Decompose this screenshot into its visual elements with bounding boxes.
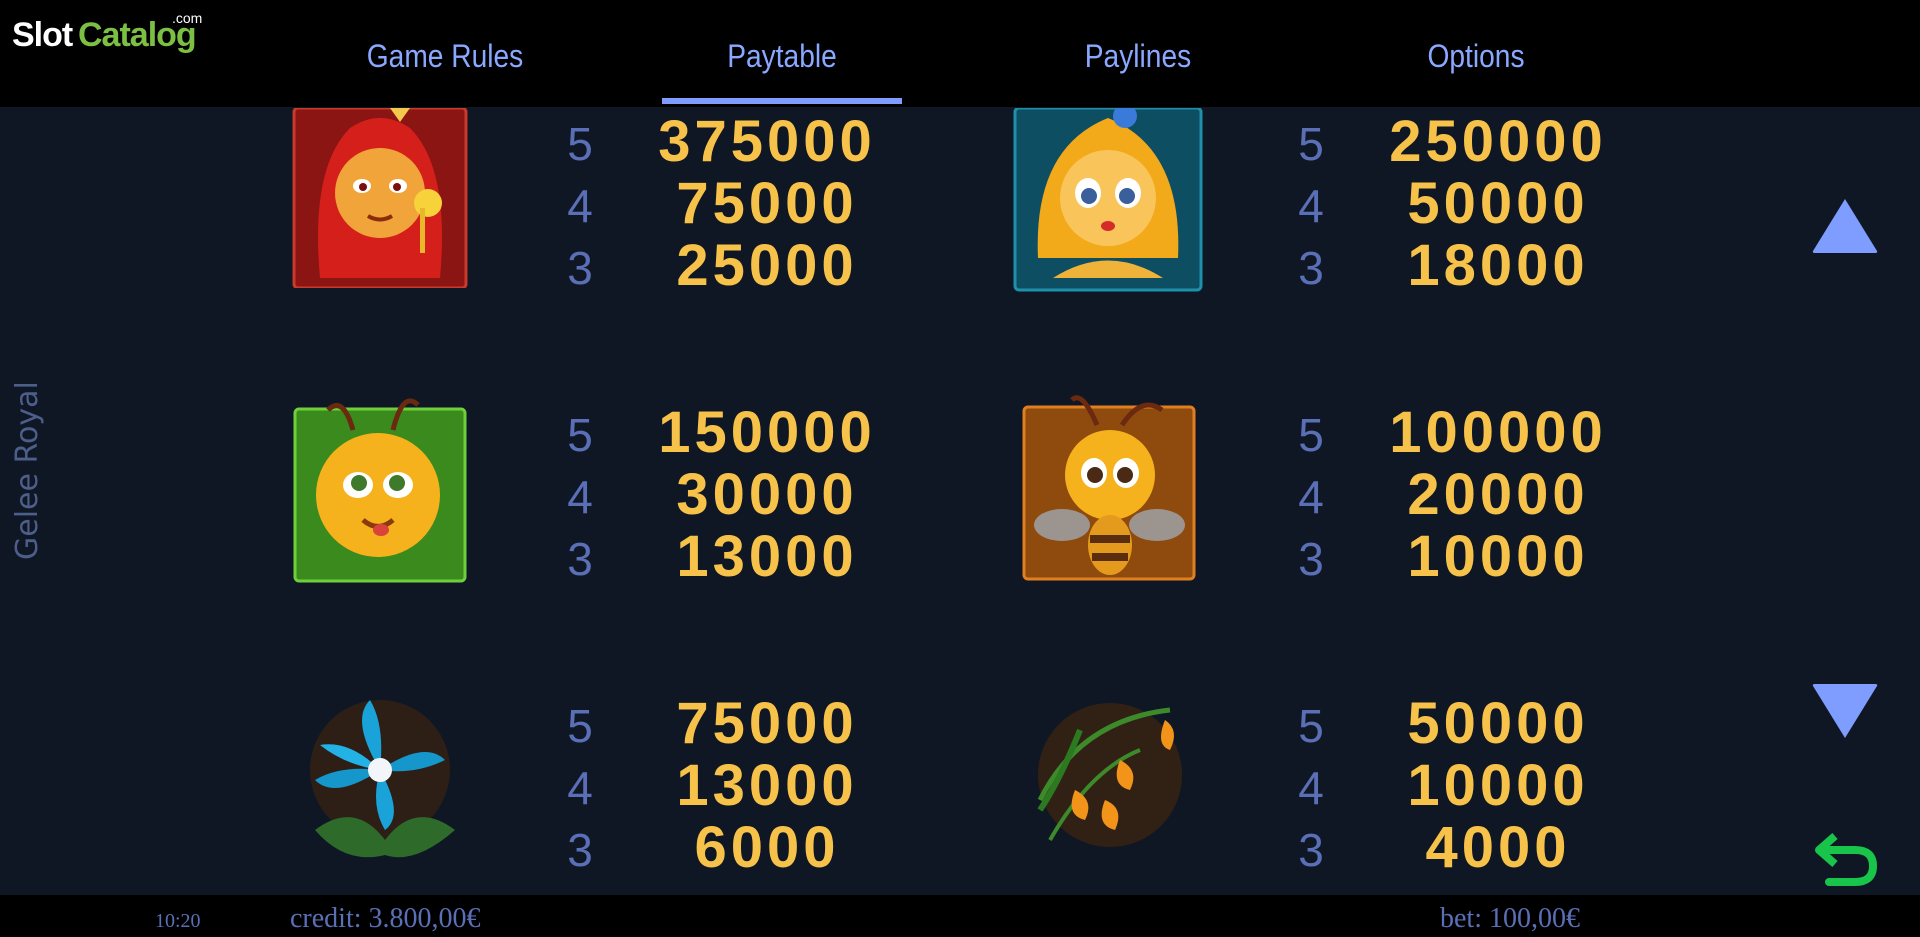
pay-count: 5 [567, 700, 593, 752]
pay-value: 10000 [1407, 524, 1589, 589]
tab-paytable[interactable]: Paytable [694, 38, 870, 74]
pay-count: 3 [1298, 242, 1324, 294]
pay-count: 4 [1298, 762, 1324, 814]
pay-count: 3 [567, 533, 593, 585]
scroll-down-arrow-icon[interactable] [1810, 682, 1880, 742]
pay-value: 13000 [676, 753, 858, 818]
game-title: Gelee Royal [10, 381, 45, 560]
symbol-yellow-bee-icon [293, 385, 468, 585]
pay-value: 150000 [658, 400, 876, 465]
pay-value: 6000 [694, 815, 840, 880]
pay-count: 4 [567, 180, 593, 232]
tab-game-rules[interactable]: Game Rules [357, 38, 533, 74]
pay-value: 375000 [658, 109, 876, 174]
pay-count: 3 [1298, 824, 1324, 876]
logo-slot-text: Slot [12, 16, 73, 54]
pay-value: 50000 [1407, 171, 1589, 236]
pay-count: 5 [1298, 700, 1324, 752]
pay-value: 30000 [676, 462, 858, 527]
bet-display: bet: 100,00€ [1440, 903, 1580, 934]
logo-com-text: .com [172, 10, 203, 26]
pay-count: 5 [1298, 409, 1324, 461]
pay-count: 5 [1298, 118, 1324, 170]
pay-value: 75000 [676, 691, 858, 756]
pay-value: 18000 [1407, 233, 1589, 298]
pay-value: 25000 [676, 233, 858, 298]
pay-value: 50000 [1407, 691, 1589, 756]
pay-count: 5 [567, 409, 593, 461]
top-bar [0, 0, 1920, 107]
clock-time: 10:20 [155, 910, 201, 932]
pay-value: 10000 [1407, 753, 1589, 818]
pay-count: 4 [1298, 471, 1324, 523]
pay-value: 100000 [1389, 400, 1607, 465]
symbol-orange-bellflowers-icon [1020, 690, 1200, 865]
pay-count: 5 [567, 118, 593, 170]
symbol-baby-bee-icon [1022, 385, 1197, 590]
pay-value: 20000 [1407, 462, 1589, 527]
active-tab-indicator [662, 98, 902, 104]
pay-value: 250000 [1389, 109, 1607, 174]
tab-paylines[interactable]: Paylines [1050, 38, 1226, 74]
pay-value: 75000 [676, 171, 858, 236]
pay-count: 3 [567, 242, 593, 294]
scroll-up-arrow-icon[interactable] [1810, 195, 1880, 255]
bottom-bar [0, 895, 1920, 937]
pay-value: 4000 [1425, 815, 1571, 880]
pay-count: 3 [1298, 533, 1324, 585]
symbol-blonde-bee-girl-icon [1013, 108, 1203, 293]
pay-value: 13000 [676, 524, 858, 589]
tab-options[interactable]: Options [1388, 38, 1564, 74]
pay-count: 4 [1298, 180, 1324, 232]
pay-count: 4 [567, 762, 593, 814]
pay-count: 4 [567, 471, 593, 523]
back-return-icon[interactable] [1815, 828, 1880, 890]
pay-count: 3 [567, 824, 593, 876]
credit-display: credit: 3.800,00€ [290, 903, 481, 934]
symbol-queen-bee-icon [290, 108, 470, 288]
symbol-blue-flower-icon [295, 690, 470, 865]
